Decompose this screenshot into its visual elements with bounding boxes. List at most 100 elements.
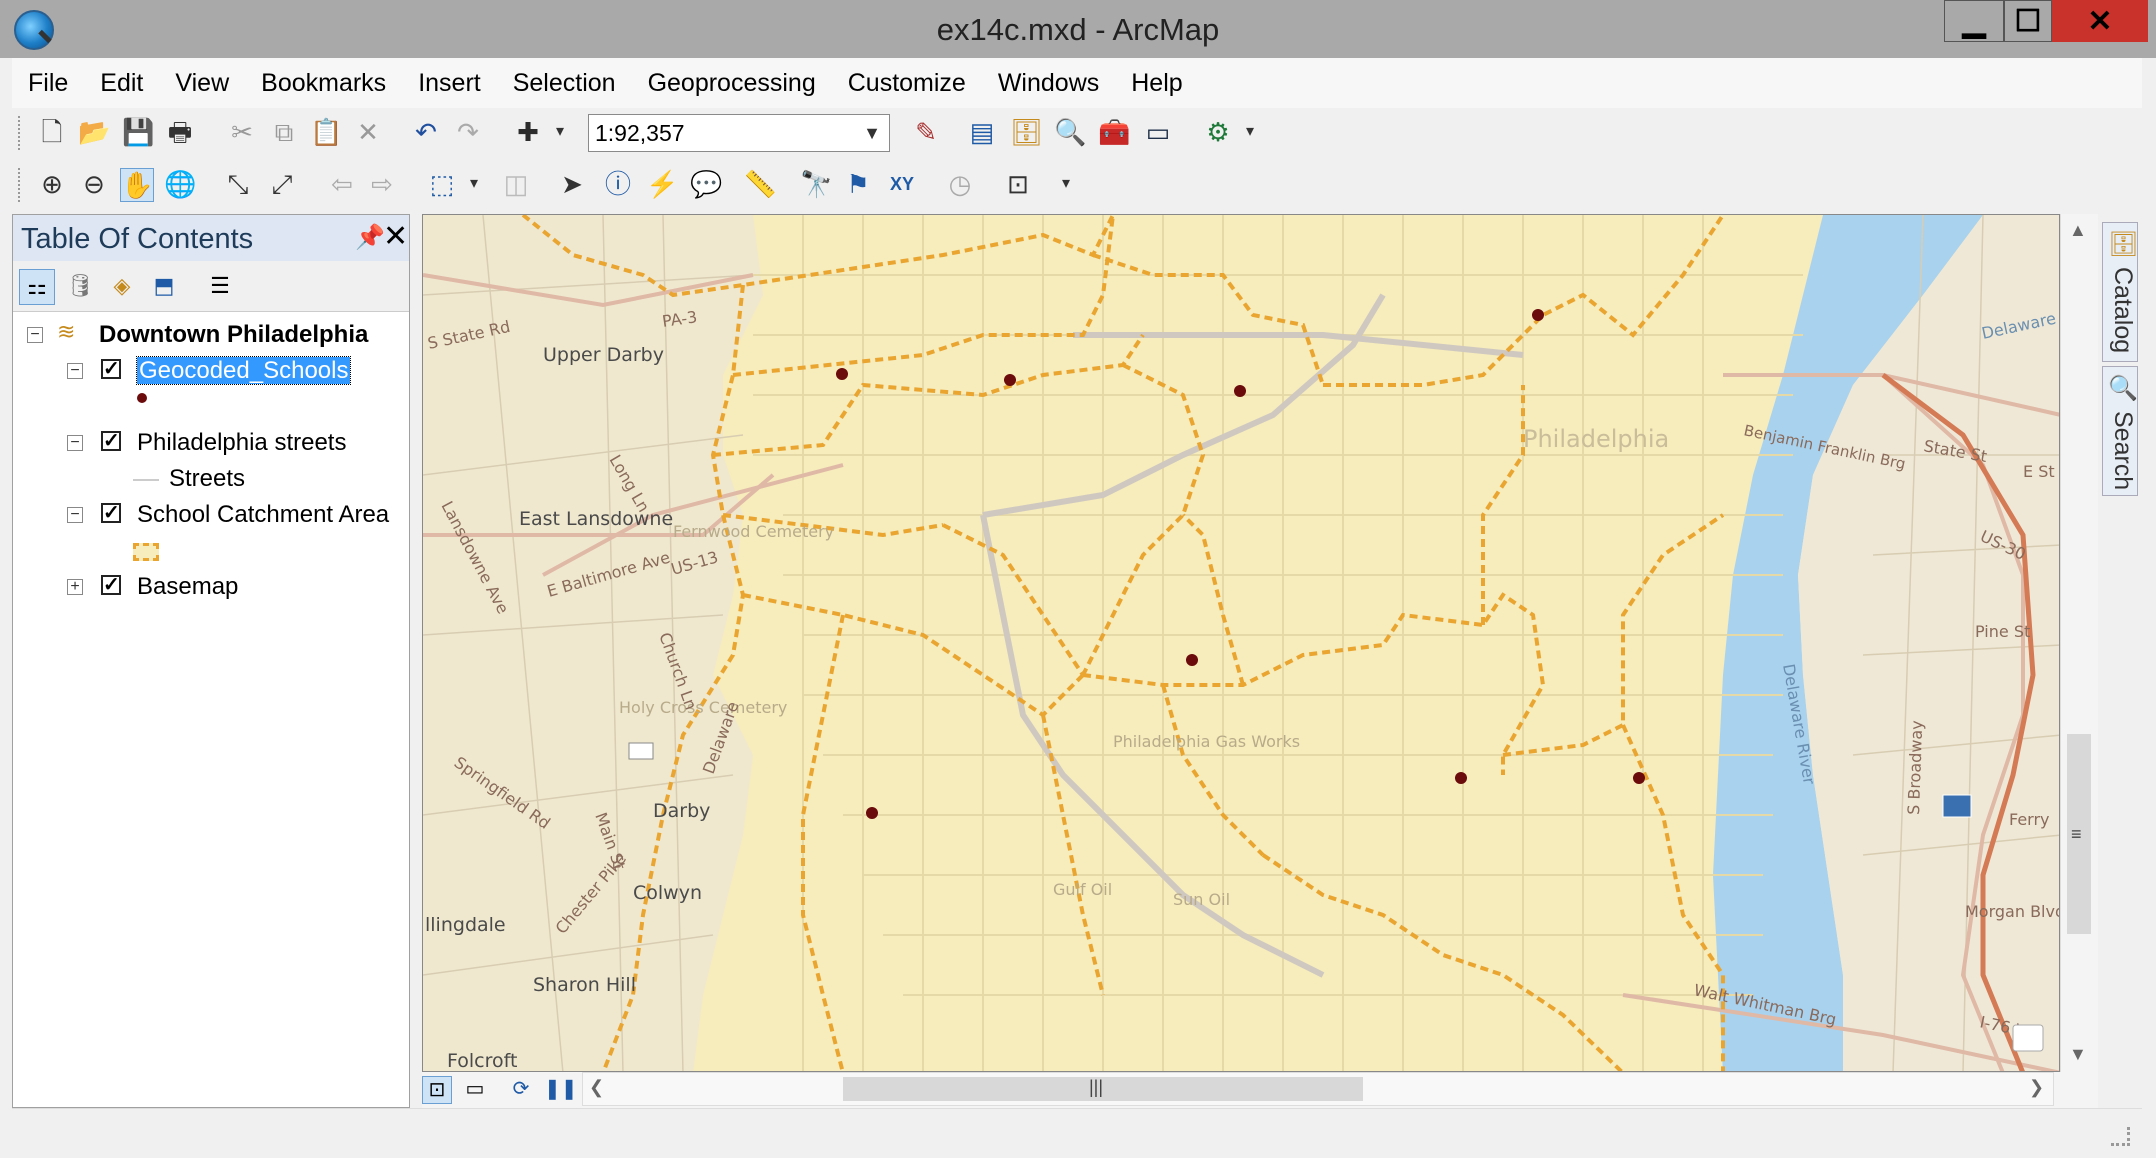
layer-philadelphia-streets[interactable]: Philadelphia streets	[137, 429, 346, 457]
options-icon[interactable]: ☰	[203, 269, 237, 303]
menu-insert[interactable]: Insert	[402, 69, 497, 98]
scroll-down-icon[interactable]: ▼	[2069, 1044, 2087, 1065]
scroll-up-icon[interactable]: ▲	[2069, 220, 2087, 241]
layer-geocoded-schools[interactable]: Geocoded_Schools	[135, 356, 352, 385]
maximize-button[interactable]: ☐	[2004, 0, 2052, 42]
layer-visibility-checkbox[interactable]: ✓	[101, 503, 121, 523]
layer-basemap[interactable]: Basemap	[137, 573, 238, 601]
time-slider-icon[interactable]: ◷	[944, 168, 976, 200]
school-point[interactable]	[1532, 309, 1544, 321]
close-button[interactable]: ✕	[2052, 0, 2148, 42]
menu-customize[interactable]: Customize	[832, 69, 982, 98]
modelbuilder-icon[interactable]: ⚙	[1202, 116, 1234, 148]
school-point[interactable]	[1455, 772, 1467, 784]
menu-help[interactable]: Help	[1115, 69, 1198, 98]
school-point[interactable]	[836, 368, 848, 380]
add-data-dropdown-icon[interactable]: ▾	[544, 116, 576, 148]
scroll-left-icon[interactable]: ❮	[589, 1077, 604, 1098]
delete-icon[interactable]: ✕	[352, 116, 384, 148]
cut-icon[interactable]: ✂	[226, 116, 258, 148]
map-tips-button[interactable]	[2012, 1024, 2044, 1052]
menu-view[interactable]: View	[159, 69, 245, 98]
chevron-down-icon[interactable]: ▼	[863, 115, 881, 151]
select-elements-icon[interactable]: ➤	[556, 168, 588, 200]
new-document-icon[interactable]: 🗋	[36, 116, 68, 148]
paste-icon[interactable]: 📋	[310, 116, 342, 148]
fixed-zoom-in-icon[interactable]: ⤡	[222, 168, 254, 200]
list-by-drawing-order-icon[interactable]: ⚏	[19, 269, 55, 305]
layout-view-icon[interactable]: ▭	[460, 1076, 490, 1104]
toolbar-grip[interactable]	[18, 168, 24, 202]
table-of-contents-window-icon[interactable]: ▤	[966, 116, 998, 148]
catalog-window-icon[interactable]: 🗄	[1010, 116, 1043, 148]
save-icon[interactable]: 💾	[122, 116, 154, 148]
menu-bookmarks[interactable]: Bookmarks	[245, 69, 402, 98]
list-by-visibility-icon[interactable]: ◈	[105, 269, 139, 303]
scroll-right-icon[interactable]: ❯	[2029, 1077, 2044, 1098]
map-display[interactable]: Upper Darby East Lansdowne Darby Colwyn …	[422, 214, 2060, 1072]
layer-visibility-checkbox[interactable]: ✓	[101, 575, 121, 595]
map-scale-combobox[interactable]: 1:92,357 ▼	[588, 114, 890, 152]
collapse-data-frame-icon[interactable]: −	[27, 327, 43, 343]
zoom-out-icon[interactable]: ⊖	[78, 168, 110, 200]
copy-icon[interactable]: ⧉	[268, 116, 300, 148]
find-route-icon[interactable]: ⚑	[842, 168, 874, 200]
editor-toolbar-icon[interactable]: ✎	[910, 116, 942, 148]
add-data-icon[interactable]: ✚	[512, 116, 544, 148]
python-window-icon[interactable]: ▭	[1142, 116, 1174, 148]
data-frame-name[interactable]: Downtown Philadelphia	[99, 321, 368, 349]
back-extent-icon[interactable]: ⇦	[326, 168, 358, 200]
list-by-selection-icon[interactable]: ⬒	[147, 269, 181, 303]
layer-school-catchment-area[interactable]: School Catchment Area	[137, 501, 389, 529]
collapse-layer-icon[interactable]: −	[67, 435, 83, 451]
horizontal-scrollbar[interactable]: ❮ ||| ❯	[582, 1072, 2054, 1106]
menu-geoprocessing[interactable]: Geoprocessing	[632, 69, 832, 98]
hyperlink-icon[interactable]: ⚡	[646, 168, 678, 200]
pin-icon[interactable]: 📌	[355, 223, 385, 252]
create-viewer-window-icon[interactable]: ⊡	[1002, 168, 1034, 200]
layer-visibility-checkbox[interactable]: ✓	[101, 431, 121, 451]
collapse-layer-icon[interactable]: −	[67, 363, 83, 379]
go-to-xy-icon[interactable]: XY	[886, 168, 918, 200]
print-icon[interactable]: 🖶	[164, 116, 196, 148]
identify-icon[interactable]: ⓘ	[602, 168, 634, 200]
catchment-polygon-symbol[interactable]	[133, 543, 159, 561]
toolbar-options-icon[interactable]: ▾	[1234, 116, 1266, 148]
collapse-layer-icon[interactable]: −	[67, 507, 83, 523]
pause-drawing-icon[interactable]: ❚❚	[544, 1076, 578, 1104]
school-point[interactable]	[866, 807, 878, 819]
school-point[interactable]	[1633, 772, 1645, 784]
redo-icon[interactable]: ↷	[452, 116, 484, 148]
html-popup-icon[interactable]: 💬	[690, 168, 722, 200]
list-by-source-icon[interactable]: 🛢	[63, 269, 97, 303]
menu-file[interactable]: File	[12, 69, 84, 98]
undo-icon[interactable]: ↶	[410, 116, 442, 148]
close-icon[interactable]: ✕	[383, 219, 408, 254]
search-window-icon[interactable]: 🔍	[1054, 116, 1086, 148]
fixed-zoom-out-icon[interactable]: ⤢	[266, 168, 298, 200]
select-features-icon[interactable]: ⬚	[426, 168, 458, 200]
full-extent-icon[interactable]: 🌐	[164, 168, 196, 200]
minimize-button[interactable]: ▁	[1944, 0, 2004, 42]
pan-icon[interactable]: ✋	[120, 168, 154, 202]
layer-visibility-checkbox[interactable]: ✓	[101, 359, 121, 379]
vertical-scrollbar[interactable]: ▲ ≡ ▼	[2060, 214, 2098, 1072]
measure-icon[interactable]: 📏	[744, 168, 776, 200]
school-point[interactable]	[1234, 385, 1246, 397]
school-point[interactable]	[1004, 374, 1016, 386]
refresh-view-icon[interactable]: ⟳	[506, 1076, 536, 1104]
streets-line-symbol[interactable]	[133, 479, 159, 481]
clear-selection-icon[interactable]: ◫	[500, 168, 532, 200]
toolbar-grip[interactable]	[18, 116, 24, 150]
toolbar-options-icon[interactable]: ▾	[1050, 168, 1082, 200]
school-point-symbol[interactable]	[137, 393, 147, 403]
forward-extent-icon[interactable]: ⇨	[366, 168, 398, 200]
data-view-icon[interactable]: ⊡	[422, 1076, 452, 1104]
zoom-in-icon[interactable]: ⊕	[36, 168, 68, 200]
select-features-dropdown-icon[interactable]: ▾	[458, 168, 490, 200]
menu-windows[interactable]: Windows	[982, 69, 1115, 98]
open-icon[interactable]: 📂	[78, 116, 110, 148]
school-point[interactable]	[1186, 654, 1198, 666]
arctoolbox-icon[interactable]: 🧰	[1098, 116, 1130, 148]
find-icon[interactable]: 🔭	[800, 168, 832, 200]
